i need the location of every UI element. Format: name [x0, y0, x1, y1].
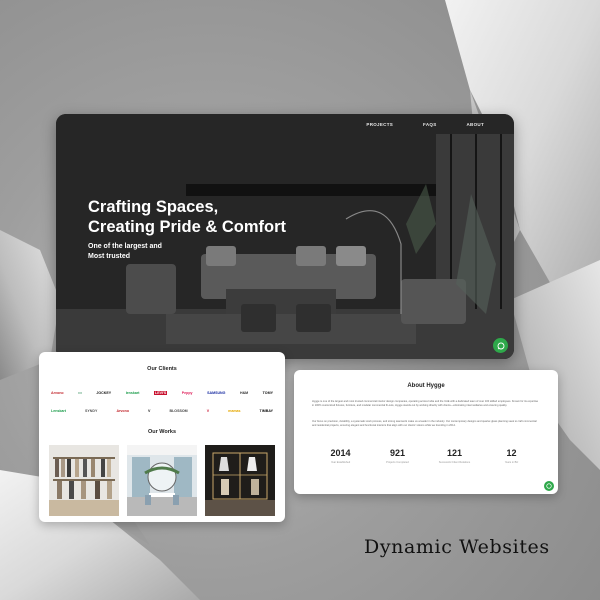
whatsapp-chat-button[interactable]	[493, 338, 508, 353]
top-navigation: PROJECTS FAQS ABOUT	[366, 122, 484, 127]
about-title: About Hygge	[407, 383, 445, 389]
client-logo: mamas	[228, 409, 241, 413]
hero-heading: Crafting Spaces, Creating Pride & Comfor…	[88, 198, 287, 236]
client-logo: TIMBAY	[259, 409, 273, 413]
whatsapp-chat-button-about[interactable]	[544, 481, 554, 491]
stat-value: 121	[446, 448, 463, 458]
nav-about[interactable]: ABOUT	[467, 122, 485, 127]
client-logo: JOCKEY	[96, 391, 112, 395]
stat-label: Successful Client Relations	[438, 461, 471, 464]
client-logo: •••	[78, 391, 82, 395]
nav-projects[interactable]: PROJECTS	[366, 122, 393, 127]
client-logos-row-2: Lenskart SYNDY Arvono V BLOSSOM V mamas …	[51, 409, 273, 413]
nav-faqs[interactable]: FAQS	[423, 122, 436, 127]
client-logos-row-1: Arvono ••• JOCKEY lenskart LEVI'S Peppy …	[51, 391, 273, 395]
stat-label: Years in Biz	[504, 461, 519, 464]
chat-icon	[497, 342, 504, 349]
client-logo: SAMSUNG	[207, 391, 226, 395]
clients-works-section: Our Clients Arvono ••• JOCKEY lenskart L…	[39, 352, 285, 522]
stat-value: 2014	[330, 448, 351, 458]
stat-projects: 921 Projects Completed	[373, 448, 423, 464]
stat-clients: 121 Successful Client Relations	[430, 448, 480, 464]
client-logo: H&M	[239, 391, 249, 395]
client-logo: LEVI'S	[154, 391, 168, 395]
client-logo: V	[148, 409, 151, 413]
client-logo: V	[206, 409, 210, 413]
stat-label: Year Established	[330, 461, 351, 464]
about-section: About Hygge Hygge is one of the largest …	[294, 370, 558, 494]
stat-years: 12 Years in Biz	[487, 448, 537, 464]
about-paragraph-2: Our focus on precision, durability, a sy…	[312, 420, 537, 427]
client-logo: SYNDY	[85, 409, 98, 413]
about-paragraph-1: Hygge is one of the largest and most tru…	[312, 400, 539, 407]
client-logo: Peppy	[181, 391, 193, 395]
work-photo-office[interactable]	[127, 445, 197, 516]
stat-label: Projects Completed	[386, 461, 409, 464]
work-photo-showroom[interactable]	[205, 445, 275, 516]
client-logo: lenskart	[125, 391, 140, 395]
work-photo-boutique[interactable]	[49, 445, 119, 516]
hero-subheading: One of the largest and Most trusted	[88, 243, 162, 260]
chat-icon	[546, 483, 552, 489]
stats-row: 2014 Year Established 921 Projects Compl…	[312, 448, 540, 464]
clients-title: Our Clients	[147, 366, 177, 372]
client-logo: Arvono	[51, 391, 64, 395]
works-title: Our Works	[147, 429, 176, 435]
hero-section: PROJECTS FAQS ABOUT Crafting Spaces, Cre…	[56, 114, 514, 359]
stat-year-established: 2014 Year Established	[316, 448, 366, 464]
stat-value: 12	[506, 448, 517, 458]
client-logo: TOMY	[262, 391, 273, 395]
client-logo: Lenskart	[51, 409, 66, 413]
stat-value: 921	[389, 448, 406, 458]
client-logo: BLOSSOM	[169, 409, 188, 413]
caption-text: Dynamic Websites	[364, 536, 550, 558]
client-logo: Arvono	[116, 409, 130, 413]
